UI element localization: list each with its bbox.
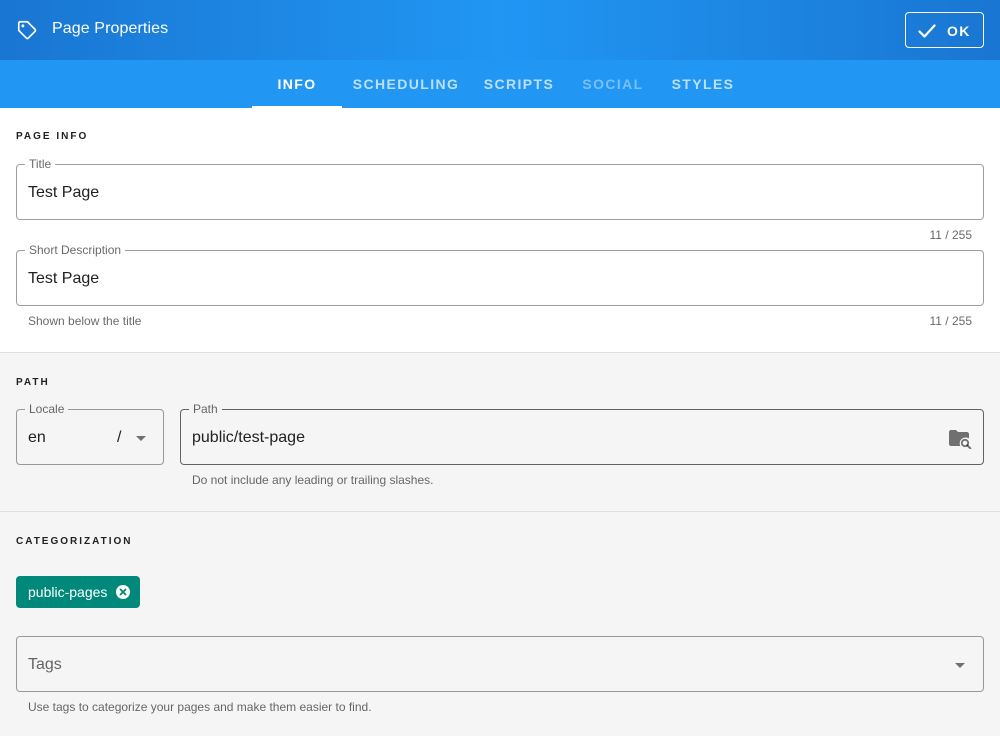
short-description-field[interactable]: Short Description Test Page [16,243,984,306]
close-circle-icon[interactable] [116,585,130,599]
tag-chip-label: public-pages [28,584,108,600]
locale-select[interactable]: Locale en / [16,402,164,465]
title-field-label: Title [25,157,56,171]
locale-separator: / [117,429,122,446]
check-icon [918,24,936,38]
page-info-heading: PAGE INFO [16,131,89,142]
tags-hint: Use tags to categorize your pages and ma… [28,700,372,714]
tab-info[interactable]: INFO [252,60,342,108]
ok-button-label: OK [947,23,971,39]
page-info-section: PAGE INFO Title Test Page 11 / 255 Short… [0,108,1000,353]
path-field[interactable]: Path public/test-page [180,402,984,465]
tags-placeholder: Tags [28,656,62,673]
tag-chip[interactable]: public-pages [16,576,140,608]
path-label: Path [189,402,222,416]
tab-bar: INFO SCHEDULING SCRIPTS SOCIAL STYLES [0,60,1000,108]
folder-search-icon[interactable] [948,429,972,449]
tab-scheduling[interactable]: SCHEDULING [344,60,468,108]
tab-social: SOCIAL [582,76,644,92]
path-section: PATH Locale en / Path public/test-page D… [0,353,1000,512]
ok-button[interactable]: OK [905,12,984,48]
tag-outline-icon [17,20,37,40]
locale-label: Locale [25,402,69,416]
dialog-titlebar: Page Properties OK [0,0,1000,60]
path-hint: Do not include any leading or trailing s… [192,473,434,487]
chevron-down-icon[interactable] [136,436,146,441]
title-counter: 11 / 255 [929,228,972,242]
short-description-label: Short Description [25,243,126,257]
short-description-counter: 11 / 255 [929,314,972,328]
categorization-section: CATEGORIZATION public-pages Tags Use tag… [0,512,1000,736]
path-input[interactable]: public/test-page [192,429,305,447]
tab-scripts[interactable]: SCRIPTS [474,60,564,108]
title-input[interactable]: Test Page [28,184,99,202]
dialog-title: Page Properties [52,20,169,37]
categorization-heading: CATEGORIZATION [16,536,133,547]
tags-input[interactable]: Tags [16,636,984,692]
path-heading: PATH [16,377,50,388]
locale-value: en [28,429,46,446]
short-description-hint: Shown below the title [28,314,142,328]
chevron-down-icon[interactable] [955,663,965,668]
tab-styles[interactable]: STYLES [662,60,744,108]
title-field[interactable]: Title Test Page [16,157,984,220]
short-description-input[interactable]: Test Page [28,270,99,288]
